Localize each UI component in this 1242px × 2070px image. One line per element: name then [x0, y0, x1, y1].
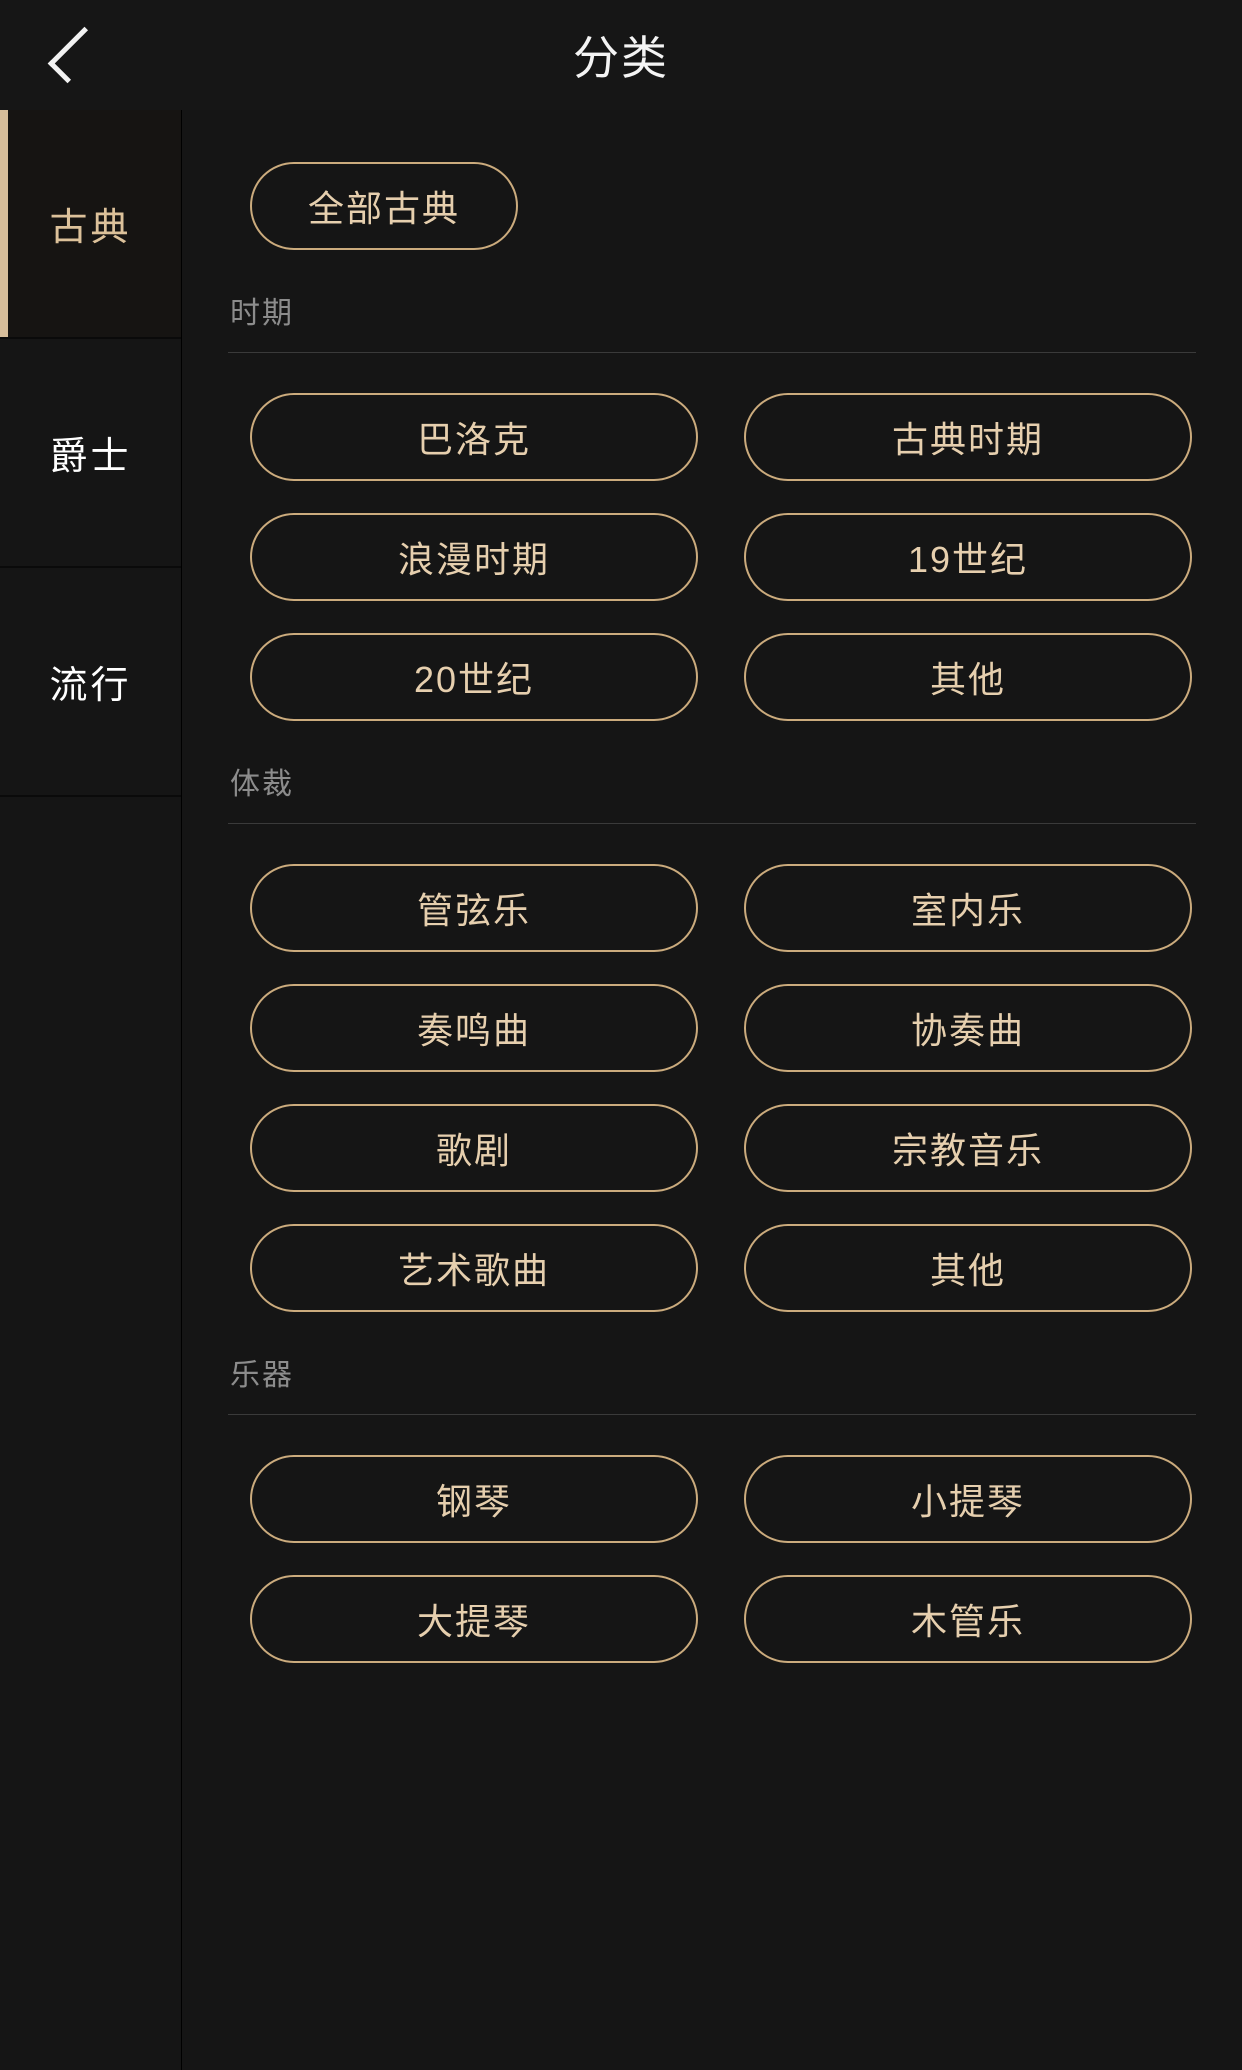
sidebar-item-label: 爵士 — [49, 436, 132, 478]
filter-pill[interactable]: 其他 — [744, 1224, 1192, 1312]
all-category-row: 全部古典 — [228, 110, 1196, 250]
filter-pill[interactable]: 20世纪 — [250, 633, 698, 721]
sidebar-empty-space — [0, 797, 181, 2070]
section-label: 时期 — [230, 297, 294, 330]
filter-pill[interactable]: 19世纪 — [744, 513, 1192, 601]
filter-pill[interactable]: 小提琴 — [744, 1455, 1192, 1543]
filter-content: 全部古典 时期 巴洛克 古典时期 浪漫时期 19世纪 20世纪 其他 体裁 管弦… — [182, 110, 1242, 2070]
sidebar-item-classical[interactable]: 古典 — [0, 110, 181, 339]
category-sidebar: 古典 爵士 流行 — [0, 110, 182, 2070]
filter-pill[interactable]: 巴洛克 — [250, 393, 698, 481]
section-period-header: 时期 — [228, 250, 1196, 353]
section-genre-header: 体裁 — [228, 721, 1196, 824]
filter-pill[interactable]: 其他 — [744, 633, 1192, 721]
app-header: 分类 — [0, 0, 1242, 110]
sidebar-item-jazz[interactable]: 爵士 — [0, 339, 181, 568]
screen-body: 古典 爵士 流行 全部古典 时期 巴洛克 古典时期 浪漫时期 19世纪 20世纪… — [0, 110, 1242, 2070]
filter-pill[interactable]: 浪漫时期 — [250, 513, 698, 601]
filter-pill[interactable]: 歌剧 — [250, 1104, 698, 1192]
sidebar-item-label: 古典 — [49, 207, 132, 249]
category-screen: 分类 古典 爵士 流行 全部古典 时期 巴洛克 古典时期 浪漫时期 19世纪 2… — [0, 0, 1242, 2070]
section-instrument-options: 钢琴 小提琴 大提琴 木管乐 — [228, 1415, 1196, 1663]
filter-pill[interactable]: 钢琴 — [250, 1455, 698, 1543]
page-title: 分类 — [573, 32, 669, 84]
filter-pill[interactable]: 木管乐 — [744, 1575, 1192, 1663]
filter-pill-all-classical[interactable]: 全部古典 — [250, 162, 518, 250]
section-instrument-header: 乐器 — [228, 1312, 1196, 1415]
filter-pill[interactable]: 管弦乐 — [250, 864, 698, 952]
filter-pill[interactable]: 大提琴 — [250, 1575, 698, 1663]
section-period-options: 巴洛克 古典时期 浪漫时期 19世纪 20世纪 其他 — [228, 353, 1196, 721]
filter-pill[interactable]: 协奏曲 — [744, 984, 1192, 1072]
section-genre-options: 管弦乐 室内乐 奏鸣曲 协奏曲 歌剧 宗教音乐 艺术歌曲 其他 — [228, 824, 1196, 1312]
filter-pill[interactable]: 宗教音乐 — [744, 1104, 1192, 1192]
section-label: 乐器 — [230, 1359, 294, 1392]
sidebar-item-label: 流行 — [49, 665, 132, 707]
filter-pill[interactable]: 奏鸣曲 — [250, 984, 698, 1072]
back-button[interactable] — [28, 12, 114, 98]
filter-pill[interactable]: 古典时期 — [744, 393, 1192, 481]
sidebar-item-pop[interactable]: 流行 — [0, 568, 181, 797]
filter-pill[interactable]: 艺术歌曲 — [250, 1224, 698, 1312]
chevron-left-icon — [47, 26, 105, 84]
section-label: 体裁 — [230, 768, 294, 801]
filter-pill[interactable]: 室内乐 — [744, 864, 1192, 952]
